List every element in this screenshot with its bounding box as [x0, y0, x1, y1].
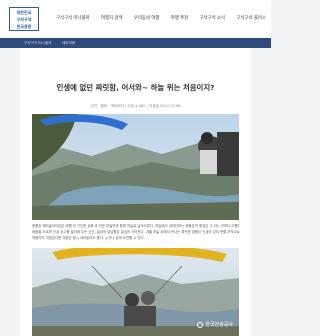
nav-item-search[interactable]: 여행지 검색 — [101, 15, 123, 21]
watermark: 한국관광공사 — [197, 321, 233, 328]
paragliding-photo — [32, 114, 239, 220]
logo-line: 한국관광 — [16, 24, 32, 29]
watermark-text: 한국관광공사 — [205, 322, 233, 328]
breadcrumb-item[interactable]: 테마여행 — [62, 40, 75, 46]
logo-line: 대한민국 — [16, 10, 32, 15]
photo-illustration — [32, 114, 239, 220]
article-meta: 자연 · 힐링 · 액티비티 | 조회 4,482 | 작성일 2017.12.… — [90, 104, 181, 108]
article-card: 인생에 없던 짜릿함, 어서와~ 하늘 위는 처음이지? 자연 · 힐링 · 액… — [20, 48, 251, 336]
nav-item-recommend[interactable]: 여행 추천 — [171, 15, 189, 21]
nav-item-plus[interactable]: 구석구석 플러스 — [236, 15, 266, 21]
article-paragraph: 처음이라 걱정된다면 걱정은 잠시 내려놓아도 좋다. 누구나 쉽게 도전할 수… — [32, 236, 145, 240]
breadcrumb: 구석구석 떠나볼까 › 테마여행 — [0, 38, 271, 48]
tandem-paragliding-photo: 한국관광공사 — [32, 248, 239, 336]
nav-item-local[interactable]: 우리동네 여행 — [134, 15, 160, 21]
watermark-logo-icon — [197, 321, 204, 328]
top-nav: 구석구석 떠나볼까 여행지 검색 우리동네 여행 여행 추천 구석구석 소식 구… — [56, 15, 266, 21]
logo-line: 구석구석 — [16, 17, 32, 22]
site-header: 대한민국 구석구석 한국관광 구석구석 떠나볼까 여행지 검색 우리동네 여행 … — [0, 0, 271, 38]
nav-item-news[interactable]: 구석구석 소식 — [199, 15, 225, 21]
breadcrumb-separator: › — [55, 41, 57, 45]
nav-item-travel[interactable]: 구석구석 떠나볼까 — [56, 15, 90, 21]
article-title: 인생에 없던 짜릿함, 어서와~ 하늘 위는 처음이지? — [56, 83, 215, 92]
site-logo[interactable]: 대한민국 구석구석 한국관광 — [9, 7, 39, 31]
breadcrumb-item[interactable]: 구석구석 떠나볼까 — [24, 40, 52, 46]
